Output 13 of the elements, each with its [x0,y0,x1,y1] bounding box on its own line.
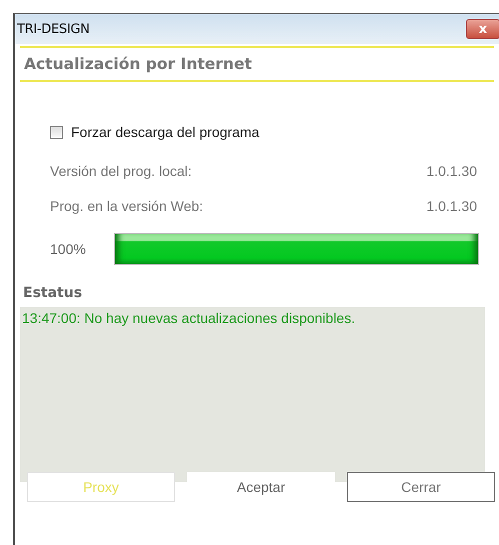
info-label: Prog. en la versión Web: [50,198,204,214]
close-button[interactable]: x [466,19,499,39]
checkbox-label: Forzar descarga del programa [71,124,260,140]
info-label: Versión del prog. local: [50,162,192,178]
window-title: TRI-DESIGN [17,22,90,36]
info-value: 1.0.1.30 [426,198,477,214]
section-header: Actualización por Internet [23,55,252,73]
info-value: 1.0.1.30 [426,162,477,178]
status-heading: Estatus [23,285,84,301]
checkbox[interactable] [50,126,63,138]
status-message: 13:47:00: No hay nuevas actualizaciones disponibles. [20,307,485,482]
progress-reading: 100% [50,241,86,257]
dialog-button[interactable]: Cerrar [347,472,495,502]
